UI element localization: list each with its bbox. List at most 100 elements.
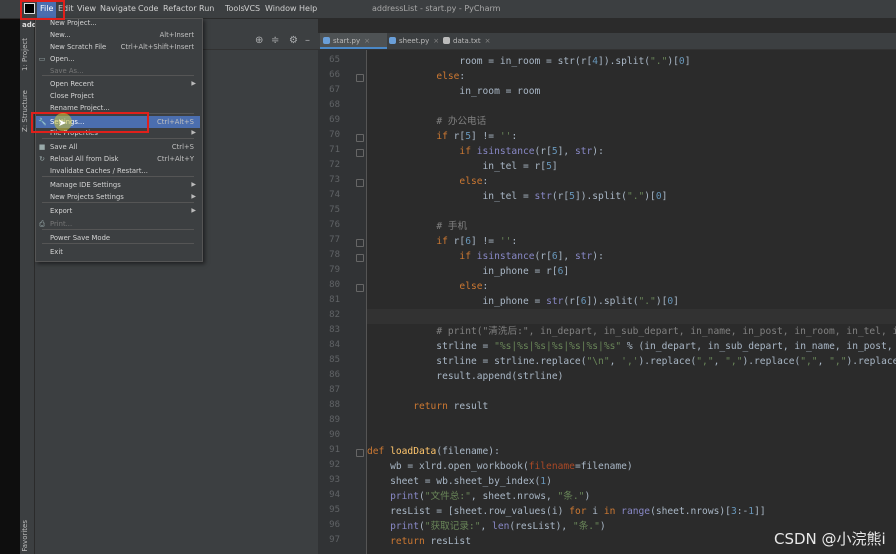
watermark: CSDN @小浣熊i bbox=[774, 530, 886, 548]
code-token: : bbox=[459, 71, 466, 82]
tab-start-py[interactable]: start.py × bbox=[320, 33, 387, 49]
gear-icon[interactable]: ⚙ bbox=[289, 35, 298, 46]
file-menu-item-power-save-mode[interactable]: Power Save Mode bbox=[36, 232, 200, 244]
tab-label: start.py bbox=[333, 37, 361, 45]
submenu-arrow-icon: ▶ bbox=[191, 80, 196, 87]
code-token: ]).split( bbox=[574, 191, 627, 202]
code-line: result.append(strline) bbox=[367, 369, 563, 384]
code-token: ]).split( bbox=[586, 296, 639, 307]
menu-refactor[interactable]: Refactor bbox=[160, 0, 200, 18]
tab-data-txt[interactable]: data.txt × bbox=[440, 33, 499, 49]
code-line: # 手机 bbox=[367, 219, 467, 234]
code-token: "." bbox=[650, 56, 668, 67]
menu-vcs[interactable]: VCS bbox=[241, 0, 263, 18]
menu-item-label: Power Save Mode bbox=[50, 234, 111, 242]
file-menu-item-save-all[interactable]: ■ Save All Ctrl+S bbox=[36, 141, 200, 153]
file-menu-item-new-projects-settings[interactable]: New Projects Settings ▶ bbox=[36, 191, 200, 203]
code-line: in_room = room bbox=[367, 84, 540, 99]
code-line: in_phone = r[6] bbox=[367, 264, 570, 279]
code-token: % (in_depart, in_sub_depart, in_name, in… bbox=[621, 341, 896, 352]
code-line: return result bbox=[367, 399, 488, 414]
code-line: room = in_room = str(r[4]).split(".")[0] bbox=[367, 54, 690, 69]
code-token: str bbox=[546, 296, 564, 307]
file-menu-item-close-project[interactable]: Close Project bbox=[36, 90, 200, 102]
code-token: filename bbox=[528, 461, 575, 472]
code-token: :- bbox=[736, 506, 749, 517]
code-token: len bbox=[492, 521, 510, 532]
line-number: 87 bbox=[329, 385, 340, 395]
fold-marker-icon[interactable] bbox=[356, 179, 364, 187]
menu-code[interactable]: Code bbox=[135, 0, 161, 18]
menu-view[interactable]: View bbox=[74, 0, 99, 18]
line-number: 81 bbox=[329, 295, 340, 305]
code-token: for bbox=[569, 506, 587, 517]
file-menu-item-exit[interactable]: Exit bbox=[36, 246, 200, 258]
locate-icon[interactable]: ⊕ bbox=[255, 35, 263, 46]
code-token: : bbox=[482, 176, 489, 187]
fold-marker-icon[interactable] bbox=[356, 449, 364, 457]
file-menu-item-invalidate-caches-restart[interactable]: Invalidate Caches / Restart... bbox=[36, 165, 200, 177]
menu-navigate[interactable]: Navigate bbox=[97, 0, 139, 18]
fold-marker-icon[interactable] bbox=[356, 239, 364, 247]
line-number: 75 bbox=[329, 205, 340, 215]
close-icon[interactable]: × bbox=[485, 37, 491, 45]
line-number: 76 bbox=[329, 220, 340, 230]
menu-help[interactable]: Help bbox=[296, 0, 320, 18]
structure-tool-tab[interactable]: Z: Structure bbox=[21, 90, 29, 132]
fold-marker-icon[interactable] bbox=[356, 74, 364, 82]
menu-item-label: Save As... bbox=[50, 67, 84, 75]
code-token: ]] bbox=[754, 506, 766, 517]
menu-item-label: Manage IDE Settings bbox=[50, 181, 121, 189]
code-token: ]).split( bbox=[598, 56, 651, 67]
line-number: 92 bbox=[329, 460, 340, 470]
file-menu-item-print[interactable]: ⎙ Print... bbox=[36, 218, 200, 230]
collapse-icon[interactable]: ≑ bbox=[271, 35, 279, 46]
fold-marker-icon[interactable] bbox=[356, 284, 364, 292]
tab-sheet-py[interactable]: sheet.py × bbox=[386, 33, 441, 49]
code-token: def bbox=[367, 446, 385, 457]
code-token: r[ bbox=[447, 131, 466, 142]
line-number: 95 bbox=[329, 505, 340, 515]
code-token: # 办公电话 bbox=[436, 116, 487, 127]
file-menu-item-new[interactable]: New... Alt+Insert bbox=[36, 29, 200, 41]
code-token: ): bbox=[592, 251, 604, 262]
file-menu-item-manage-ide-settings[interactable]: Manage IDE Settings ▶ bbox=[36, 179, 200, 191]
fold-marker-icon[interactable] bbox=[356, 149, 364, 157]
code-token: ] bbox=[551, 161, 558, 172]
close-icon[interactable]: × bbox=[433, 37, 439, 45]
code-token: "." bbox=[638, 296, 656, 307]
file-menu-item-open[interactable]: ▭ Open... bbox=[36, 53, 200, 65]
close-icon[interactable]: × bbox=[364, 37, 370, 45]
favorites-tool-tab[interactable]: Favorites bbox=[21, 520, 29, 552]
code-token: result bbox=[447, 401, 489, 412]
code-token: (r[ bbox=[534, 251, 552, 262]
code-token: "," bbox=[696, 356, 714, 367]
hide-panel-icon[interactable]: – bbox=[305, 35, 310, 46]
menu-run[interactable]: Run bbox=[196, 0, 217, 18]
file-menu-item-save-as[interactable]: Save As... bbox=[36, 65, 200, 77]
code-token: , bbox=[480, 521, 493, 532]
window-title: addressList - start.py - PyCharm bbox=[372, 4, 501, 13]
fold-marker-icon[interactable] bbox=[356, 134, 364, 142]
file-menu-highlight-box bbox=[20, 0, 65, 20]
fold-marker-icon[interactable] bbox=[356, 254, 364, 262]
file-menu-item-export[interactable]: Export ▶ bbox=[36, 205, 200, 217]
file-menu-item-new-scratch-file[interactable]: New Scratch File Ctrl+Alt+Shift+Insert bbox=[36, 41, 200, 53]
code-token: if bbox=[436, 131, 448, 142]
project-tool-tab[interactable]: 1: Project bbox=[21, 38, 29, 71]
code-token: range bbox=[621, 506, 651, 517]
file-menu-item-reload-all-from-disk[interactable]: ↻ Reload All from Disk Ctrl+Alt+Y bbox=[36, 153, 200, 165]
file-menu-item-open-recent[interactable]: Open Recent ▶ bbox=[36, 78, 200, 90]
code-token: in bbox=[603, 506, 616, 517]
code-token: "条." bbox=[557, 491, 585, 502]
code-token: ] bbox=[563, 266, 570, 277]
code-token: ) bbox=[584, 491, 591, 502]
menu-window[interactable]: Window bbox=[262, 0, 300, 18]
code-token: ], bbox=[557, 146, 575, 157]
menu-item-label: Save All bbox=[50, 143, 78, 151]
code-token: wb = xlrd.open_workbook( bbox=[367, 461, 529, 472]
